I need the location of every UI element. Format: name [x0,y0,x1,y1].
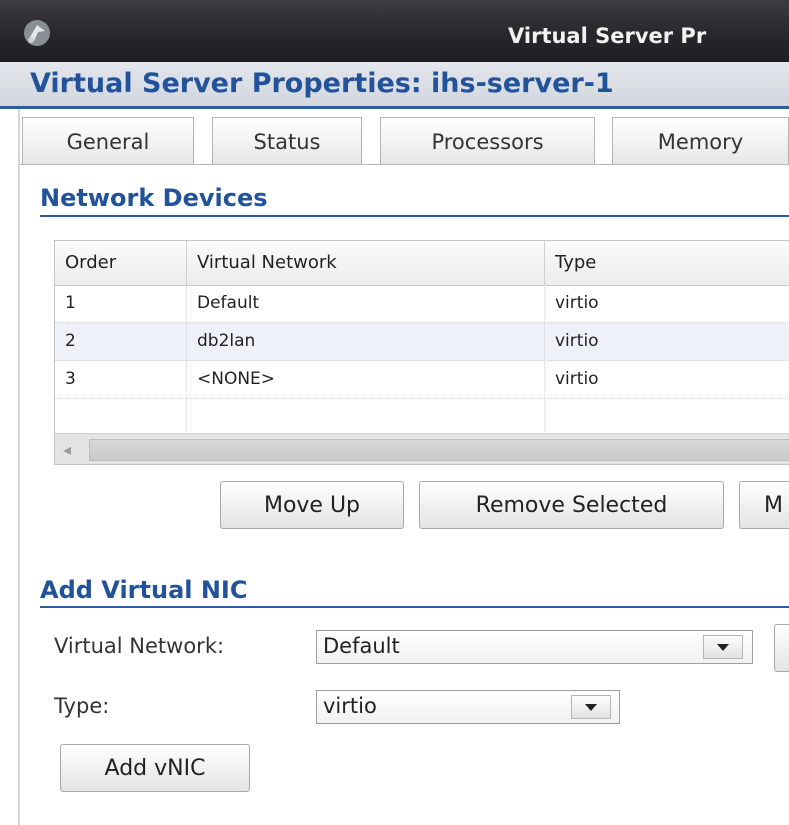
section-divider [40,606,789,608]
tab-label: Memory [657,129,744,154]
network-devices-table: Order Virtual Network Type 1 Default vir… [54,240,789,465]
cell-order: 2 [55,323,187,360]
tab-label: General [66,129,150,154]
cell-empty [187,399,545,436]
move-down-button[interactable]: M [739,481,789,529]
cell-type: virtio [555,369,599,389]
table-row-empty [55,399,789,437]
column-header-type[interactable]: Type [545,241,789,285]
column-header-virtual-network[interactable]: Virtual Network [187,241,545,285]
add-vnic-button[interactable]: Add vNIC [60,744,250,792]
remove-selected-button[interactable]: Remove Selected [419,481,724,529]
window-title: Virtual Server Pr [508,24,707,48]
cell-virtual-network: Default [187,285,545,322]
cell-type: virtio [555,293,599,313]
page-header: Virtual Server Properties: ihs-server-1 [0,62,789,109]
page-title: Virtual Server Properties: ihs-server-1 [30,68,614,99]
virtual-network-value: Default [323,634,400,658]
tab-status[interactable]: Status [212,117,362,165]
cell-type: virtio [555,331,599,351]
cell-virtual-network: <NONE> [187,361,545,398]
network-devices-heading: Network Devices [40,184,268,212]
chevron-down-icon[interactable] [571,695,611,719]
cell-order: 3 [55,361,187,398]
left-border [18,109,20,825]
tab-processors[interactable]: Processors [380,117,595,165]
chevron-down-icon[interactable] [703,635,743,659]
virtual-network-side-button[interactable] [774,624,789,672]
tab-memory[interactable]: Memory [612,117,789,165]
window-title-bar: Virtual Server Pr [0,0,789,62]
move-up-button[interactable]: Move Up [220,481,404,529]
table-row[interactable]: 1 Default virtio [55,285,789,323]
app-logo-icon [24,20,50,46]
horizontal-scrollbar[interactable]: ◂ [55,433,789,464]
virtual-network-label: Virtual Network: [54,634,225,658]
section-divider [40,215,789,217]
table-row[interactable]: 3 <NONE> virtio [55,361,789,399]
tab-label: Processors [431,129,544,154]
add-vnic-heading: Add Virtual NIC [40,576,248,604]
cell-empty [55,399,187,436]
tab-label: Status [253,129,321,154]
tabs-underline [20,164,789,165]
virtual-network-select[interactable]: Default [316,630,753,664]
column-header-order[interactable]: Order [55,241,187,285]
scroll-left-arrow-icon[interactable]: ◂ [63,440,71,459]
scrollbar-thumb[interactable] [89,439,789,461]
type-value: virtio [323,694,377,718]
cell-virtual-network: db2lan [187,323,545,360]
table-row[interactable]: 2 db2lan virtio [55,323,789,361]
cell-order: 1 [55,285,187,322]
tab-general[interactable]: General [22,117,194,165]
type-label: Type: [54,694,110,718]
table-header: Order Virtual Network Type [55,241,789,286]
type-select[interactable]: virtio [316,690,620,724]
